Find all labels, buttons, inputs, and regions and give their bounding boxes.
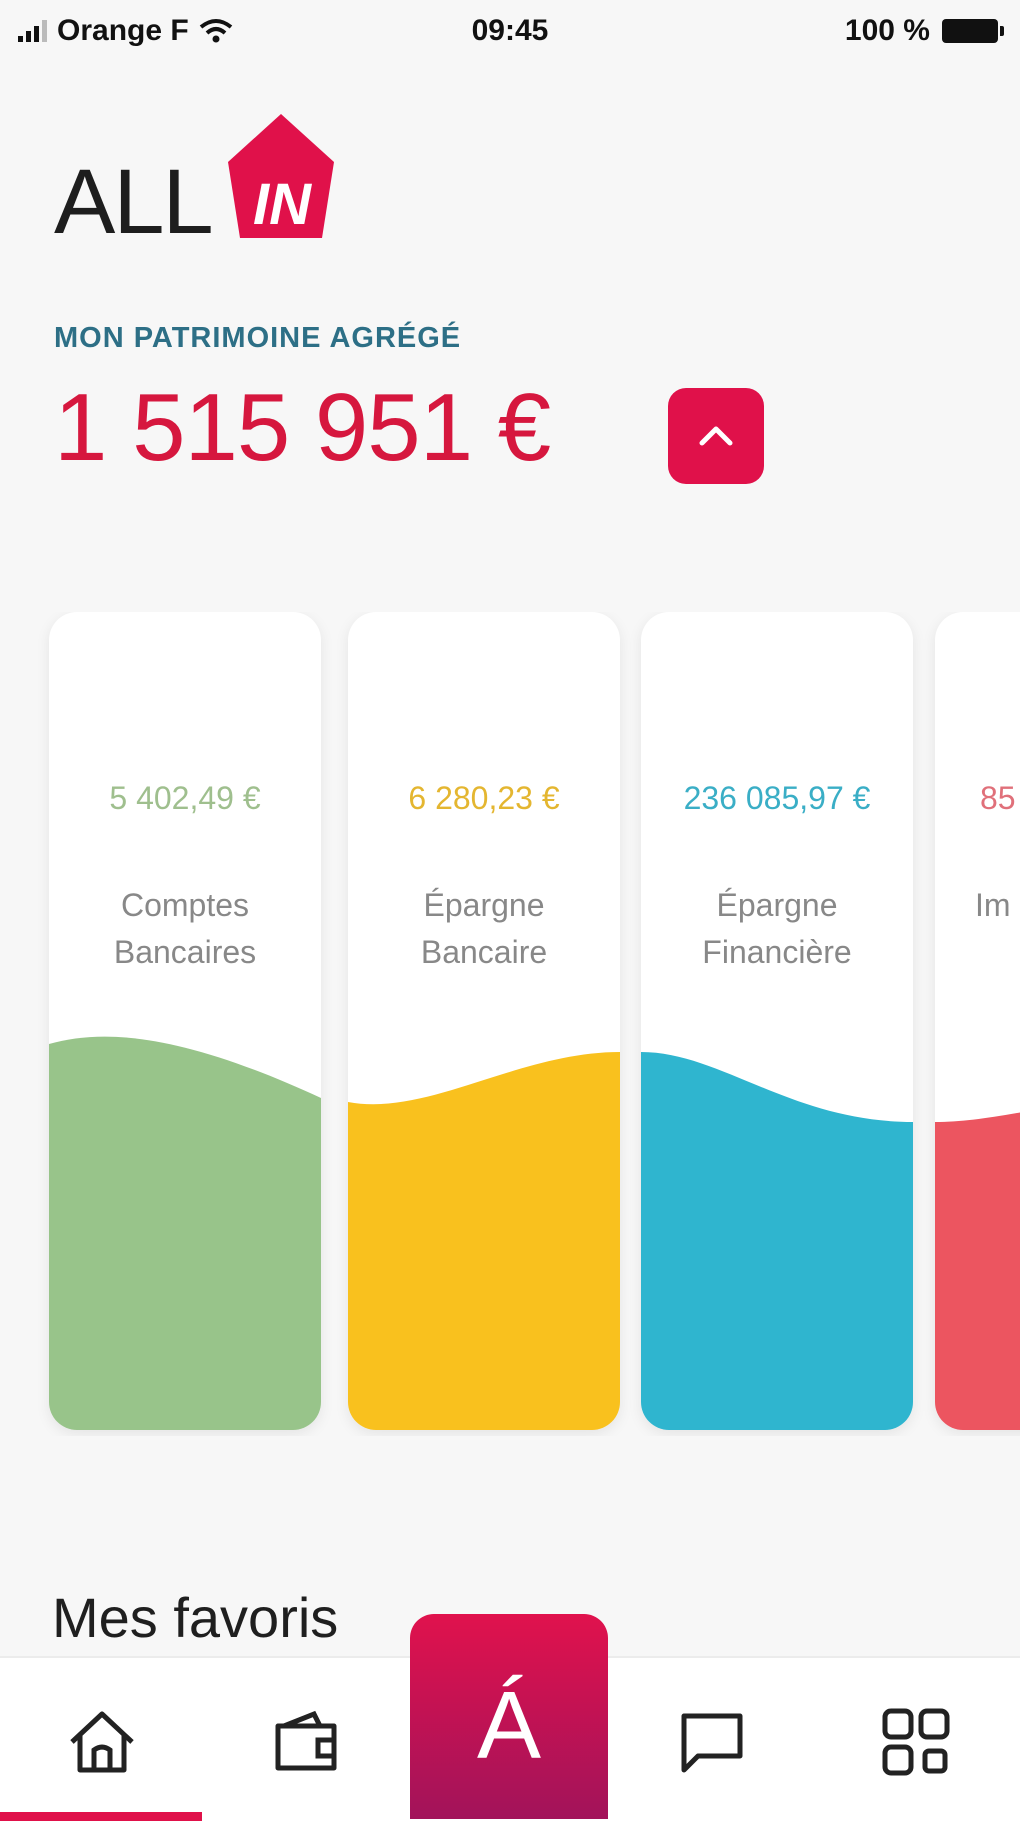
card-wave-path — [935, 1112, 1020, 1430]
card-label-line1: Comptes — [120, 887, 250, 923]
wallet-icon — [275, 1710, 337, 1771]
card-label: Comptes Bancaires — [49, 882, 321, 976]
favorites-title: Mes favoris — [52, 1586, 339, 1649]
card-epargne-financiere[interactable]: 236 085,97 € Épargne Financière — [641, 612, 913, 1430]
card-wave-path — [348, 1052, 620, 1430]
card-label-line1: Épargne — [423, 887, 545, 923]
card-amount: 5 402,49 € — [109, 780, 261, 816]
card-wave-path — [641, 1052, 913, 1430]
chat-icon — [681, 1713, 743, 1773]
card-label: Épargne Bancaire — [348, 882, 620, 976]
allin-glyph: Á — [477, 1672, 541, 1772]
card-wave-fill — [348, 1052, 620, 1430]
asset-cards-carousel[interactable]: 5 402,49 € Comptes Bancaires 6 280,23 € … — [0, 612, 1020, 1436]
chevron-up-icon — [699, 426, 733, 446]
nav-allin-button[interactable]: Á — [410, 1614, 608, 1819]
card-amount: 236 085,97 € — [683, 780, 871, 816]
battery-percent: 100 % — [844, 14, 930, 47]
allin-logo: ALL IN — [54, 108, 354, 258]
card-comptes-bancaires[interactable]: 5 402,49 € Comptes Bancaires — [49, 612, 321, 1430]
card-label: Im — [975, 882, 1020, 929]
status-bar: Orange F 09:45 100 % — [0, 0, 1020, 64]
logo-text: ALL — [54, 151, 214, 253]
home-icon — [70, 1711, 134, 1773]
patrimoine-subtitle: MON PATRIMOINE AGRÉGÉ — [54, 322, 462, 354]
card-immobilier[interactable]: 85 Im — [935, 612, 1020, 1430]
card-label-line2: Bancaire — [420, 934, 548, 970]
patrimoine-total: 1 515 951 € — [54, 374, 551, 481]
apps-icon — [882, 1708, 950, 1776]
card-label-line1: Épargne — [716, 887, 838, 923]
card-label-line2: Bancaires — [113, 934, 257, 970]
logo-mark-icon: IN — [228, 114, 334, 238]
card-amount: 6 280,23 € — [408, 780, 560, 816]
collapse-button[interactable] — [668, 388, 764, 484]
card-label-line2: Financière — [702, 934, 852, 970]
nav-home[interactable] — [62, 1702, 142, 1782]
card-amount: 85 — [980, 780, 1016, 816]
card-wave-path — [49, 1036, 321, 1430]
card-label-line1: Im — [975, 887, 1011, 923]
logo-mark-text: IN — [253, 172, 312, 237]
card-epargne-bancaire[interactable]: 6 280,23 € Épargne Bancaire — [348, 612, 620, 1430]
nav-chat[interactable] — [672, 1702, 752, 1782]
card-wave-fill — [935, 1112, 1020, 1430]
card-label: Épargne Financière — [641, 882, 913, 976]
card-wave-fill — [641, 1052, 913, 1430]
nav-active-indicator — [0, 1812, 202, 1821]
allin-icon: Á — [477, 1672, 541, 1772]
nav-apps[interactable] — [876, 1702, 956, 1782]
nav-wallet[interactable] — [266, 1702, 346, 1782]
battery-icon — [942, 19, 1004, 43]
status-right: 100 % — [844, 14, 1004, 48]
card-wave-fill — [49, 1036, 321, 1430]
